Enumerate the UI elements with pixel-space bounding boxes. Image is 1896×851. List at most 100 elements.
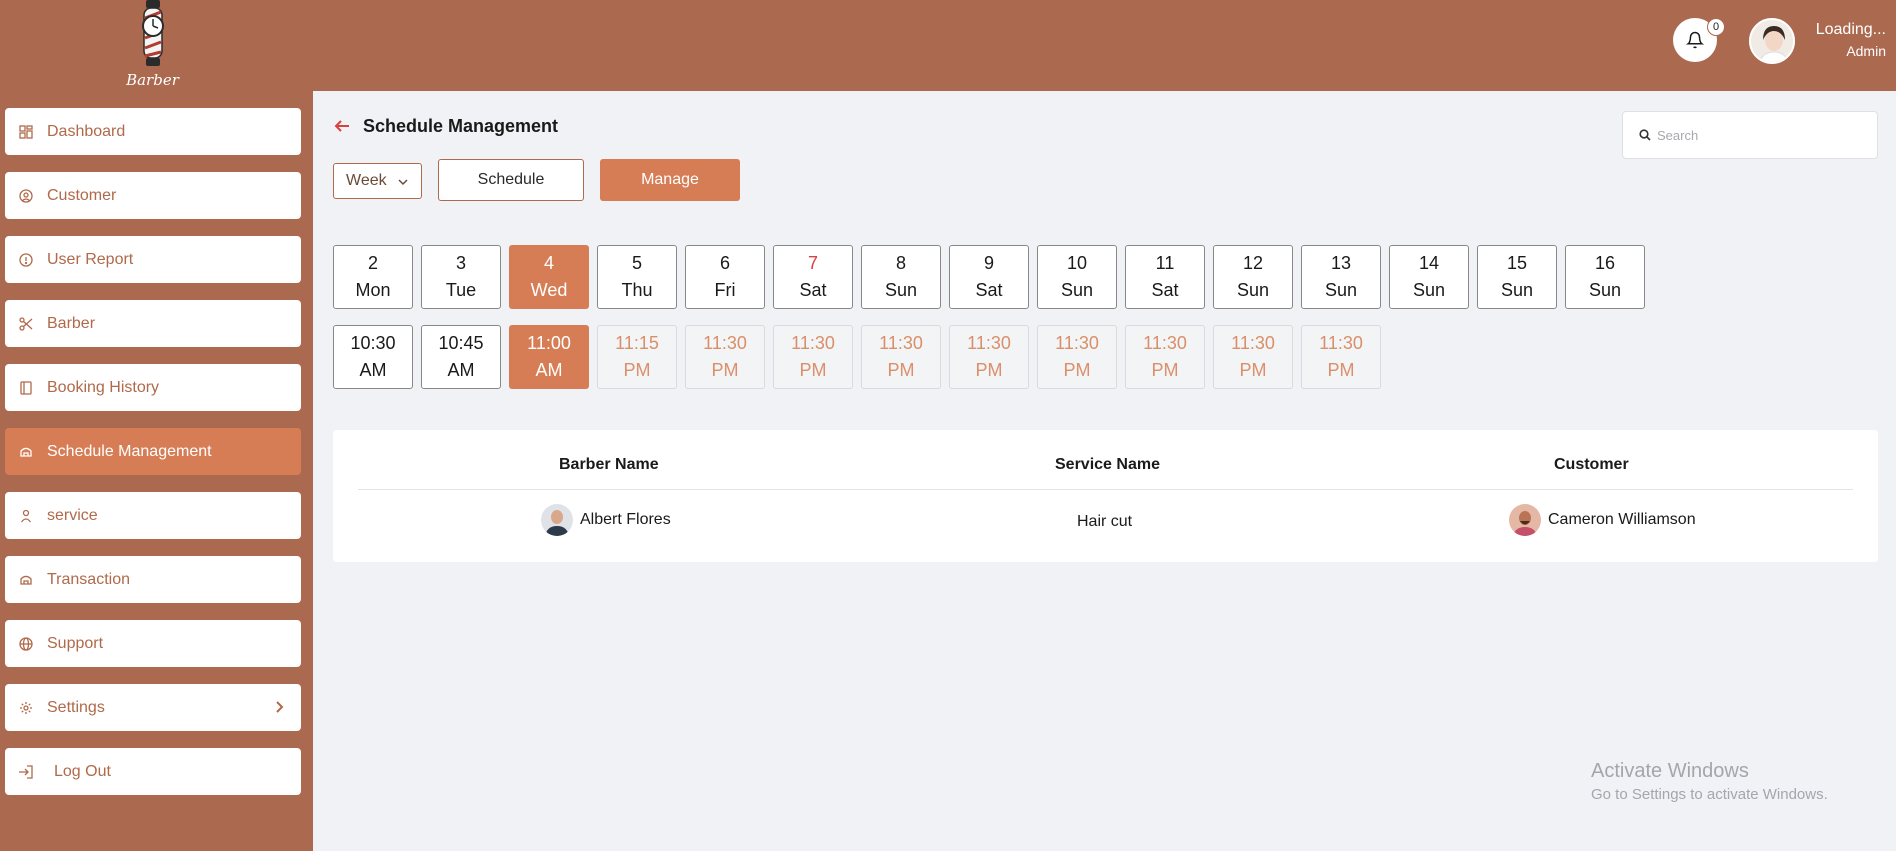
column-header-customer[interactable]: Customer bbox=[1554, 456, 1629, 474]
day-number: 11 bbox=[1155, 253, 1175, 273]
back-arrow-icon[interactable] bbox=[333, 117, 351, 135]
user-role: Admin bbox=[1846, 43, 1886, 59]
time-slot-disabled: 11:15 PM bbox=[597, 325, 677, 389]
gear-icon bbox=[18, 700, 34, 716]
search-box[interactable] bbox=[1622, 111, 1878, 159]
column-header-service[interactable]: Service Name bbox=[1055, 456, 1160, 474]
time-value: 10:45 bbox=[438, 333, 484, 353]
day-name: Sun bbox=[1236, 280, 1270, 300]
logo[interactable]: Barber Time bbox=[105, 0, 200, 107]
time-period: AM bbox=[359, 360, 387, 380]
day-number: 15 bbox=[1506, 253, 1528, 273]
range-select[interactable]: Week bbox=[333, 163, 422, 199]
manage-button[interactable]: Manage bbox=[600, 159, 740, 201]
time-slot-disabled: 11:30 PM bbox=[1037, 325, 1117, 389]
table-cell-service: Hair cut bbox=[1077, 513, 1132, 531]
sidebar-item-customer[interactable]: Customer bbox=[5, 172, 301, 219]
barber-name: Albert Flores bbox=[580, 511, 671, 528]
time-period: AM bbox=[447, 360, 475, 380]
time-period: PM bbox=[623, 360, 651, 380]
day-chip[interactable]: 14 Sun bbox=[1389, 245, 1469, 309]
sidebar-item-booking-history[interactable]: Booking History bbox=[5, 364, 301, 411]
sidebar-item-dashboard[interactable]: Dashboard bbox=[5, 108, 301, 155]
dashboard-grid-icon bbox=[18, 124, 34, 140]
day-number: 8 bbox=[895, 253, 906, 273]
time-slot[interactable]: 10:30 AM bbox=[333, 325, 413, 389]
day-name: Sat bbox=[1151, 280, 1179, 300]
notification-count-badge: 0 bbox=[1707, 18, 1725, 36]
day-name: Sun bbox=[1412, 280, 1446, 300]
person-icon bbox=[18, 508, 34, 524]
sidebar-item-schedule-management[interactable]: Schedule Management bbox=[5, 428, 301, 475]
day-name: Wed bbox=[530, 280, 568, 300]
schedule-button[interactable]: Schedule bbox=[438, 159, 584, 201]
time-slot-disabled: 11:30 PM bbox=[861, 325, 941, 389]
sidebar-item-settings[interactable]: Settings bbox=[5, 684, 301, 731]
sidebar-item-label: Settings bbox=[47, 698, 105, 716]
time-slot-selected[interactable]: 11:00 AM bbox=[509, 325, 589, 389]
page-header: Schedule Management bbox=[333, 114, 558, 138]
day-number: 14 bbox=[1418, 253, 1440, 273]
day-chip[interactable]: 13 Sun bbox=[1301, 245, 1381, 309]
day-name: Sun bbox=[1588, 280, 1622, 300]
book-icon bbox=[18, 380, 34, 396]
day-chip[interactable]: 7 Sat bbox=[773, 245, 853, 309]
day-chip[interactable]: 3 Tue bbox=[421, 245, 501, 309]
day-name: Fri bbox=[714, 280, 736, 300]
time-slot-disabled: 11:30 PM bbox=[1301, 325, 1381, 389]
sidebar-item-support[interactable]: Support bbox=[5, 620, 301, 667]
table-divider bbox=[358, 489, 1853, 490]
day-chip[interactable]: 15 Sun bbox=[1477, 245, 1557, 309]
page-title: Schedule Management bbox=[363, 115, 559, 136]
sidebar-item-log-out[interactable]: Log Out bbox=[5, 748, 301, 795]
search-input[interactable] bbox=[1657, 127, 1857, 143]
sidebar-item-label: Transaction bbox=[47, 570, 130, 588]
day-chip[interactable]: 12 Sun bbox=[1213, 245, 1293, 309]
sidebar-item-label: Dashboard bbox=[47, 122, 126, 140]
day-chip[interactable]: 9 Sat bbox=[949, 245, 1029, 309]
time-slot-disabled: 11:30 PM bbox=[1213, 325, 1293, 389]
day-chip[interactable]: 16 Sun bbox=[1565, 245, 1645, 309]
day-name: Sat bbox=[799, 280, 827, 300]
sidebar-item-transaction[interactable]: Transaction bbox=[5, 556, 301, 603]
user-avatar-image bbox=[1751, 20, 1793, 62]
day-name: Sun bbox=[884, 280, 918, 300]
day-chip[interactable]: 6 Fri bbox=[685, 245, 765, 309]
sidebar-item-label: Log Out bbox=[54, 762, 111, 780]
transaction-icon bbox=[18, 572, 34, 588]
barber-pole-clock-icon bbox=[142, 0, 164, 66]
schedule-table: Barber Name Service Name Customer Albert… bbox=[333, 430, 1878, 562]
day-name: Mon bbox=[355, 280, 391, 300]
chevron-down-icon bbox=[398, 179, 408, 186]
sidebar-item-service[interactable]: service bbox=[5, 492, 301, 539]
time-slot-disabled: 11:30 PM bbox=[685, 325, 765, 389]
day-chip[interactable]: 5 Thu bbox=[597, 245, 677, 309]
day-number: 13 bbox=[1330, 253, 1352, 273]
day-name: Thu bbox=[621, 280, 653, 300]
day-name: Sun bbox=[1324, 280, 1358, 300]
windows-activation-title: Activate Windows bbox=[1591, 760, 1749, 782]
range-select-value: Week bbox=[346, 172, 387, 189]
day-chip[interactable]: 2 Mon bbox=[333, 245, 413, 309]
time-slot[interactable]: 10:45 AM bbox=[421, 325, 501, 389]
time-period: PM bbox=[887, 360, 915, 380]
user-avatar[interactable] bbox=[1749, 18, 1795, 64]
day-chip[interactable]: 11 Sat bbox=[1125, 245, 1205, 309]
sidebar-item-barber[interactable]: Barber bbox=[5, 300, 301, 347]
day-number: 7 bbox=[807, 253, 818, 273]
time-value: 11:30 bbox=[1055, 333, 1099, 353]
scissors-icon bbox=[18, 316, 34, 332]
day-chip-selected[interactable]: 4 Wed bbox=[509, 245, 589, 309]
day-chip[interactable]: 8 Sun bbox=[861, 245, 941, 309]
time-period: PM bbox=[975, 360, 1003, 380]
column-header-barber[interactable]: Barber Name bbox=[559, 456, 659, 474]
user-name[interactable]: Loading... bbox=[1800, 21, 1886, 39]
sidebar-item-user-report[interactable]: User Report bbox=[5, 236, 301, 283]
day-chip[interactable]: 10 Sun bbox=[1037, 245, 1117, 309]
time-value: 11:30 bbox=[703, 333, 747, 353]
search-icon bbox=[1639, 129, 1651, 141]
logout-icon bbox=[18, 764, 34, 780]
customer-name: Cameron Williamson bbox=[1548, 511, 1696, 528]
time-value: 11:30 bbox=[967, 333, 1011, 353]
time-slot-disabled: 11:30 PM bbox=[949, 325, 1029, 389]
